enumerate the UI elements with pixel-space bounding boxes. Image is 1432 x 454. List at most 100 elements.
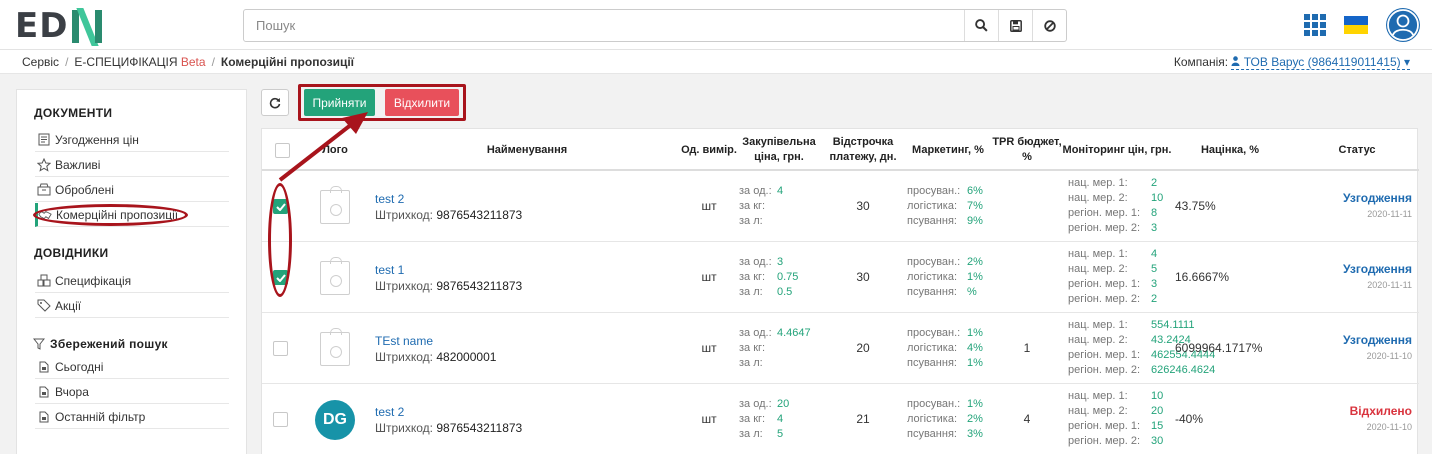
- file-icon: [37, 385, 51, 399]
- search-input[interactable]: [244, 10, 964, 41]
- table-row[interactable]: test 2 Штрихкод: 9876543211873 шт за од.…: [262, 171, 1419, 242]
- price-label: за од.:: [739, 327, 772, 339]
- clear-search-button[interactable]: [1032, 10, 1066, 41]
- sidebar-item-label: Акції: [55, 298, 82, 313]
- sidebar-item-last-filter[interactable]: Останній фільтр: [35, 405, 229, 429]
- user-avatar-icon[interactable]: [1386, 8, 1420, 42]
- annotation-ellipse-sidebar: [33, 204, 188, 226]
- price-cell: за од.: 4 за кг: за л:: [739, 184, 783, 229]
- price-value: 20: [777, 398, 790, 410]
- marketing-label: логістика:: [907, 413, 958, 425]
- header-tpr[interactable]: TPR бюджет, %: [990, 129, 1064, 171]
- barcode-value: 9876543211873: [436, 279, 523, 293]
- header-markup[interactable]: Націнка, %: [1172, 129, 1288, 171]
- monitoring-label: регіон. мер. 2:: [1068, 293, 1141, 305]
- monitoring-value: 8: [1151, 207, 1158, 219]
- header-price[interactable]: Закупівельна ціна, грн.: [736, 129, 822, 171]
- row-checkbox[interactable]: [273, 412, 288, 427]
- header-name[interactable]: Найменування: [372, 129, 682, 171]
- marketing-value: 7%: [967, 200, 983, 212]
- marketing-cell: просуван.: 1% логістика: 4% псування: 1%: [907, 326, 983, 371]
- product-name-link[interactable]: test 2: [375, 191, 522, 207]
- status-badge: Узгодження: [1343, 333, 1412, 347]
- archive-box-icon: [37, 183, 51, 197]
- search-icon: [975, 19, 988, 32]
- marketing-value: %: [967, 286, 977, 298]
- price-label: за кг:: [739, 271, 766, 283]
- table-row[interactable]: test 1 Штрихкод: 9876543211873 шт за од.…: [262, 242, 1419, 313]
- price-label: за кг:: [739, 413, 766, 425]
- marketing-label: просуван.:: [907, 327, 961, 339]
- ban-icon: [1043, 19, 1056, 32]
- sidebar-item-price-approval[interactable]: Узгодження цін: [35, 128, 229, 152]
- sidebar-item-label: Останній фільтр: [55, 409, 146, 424]
- barcode-label: Штрихкод:: [375, 208, 434, 222]
- sidebar-item-label: Узгодження цін: [55, 132, 139, 147]
- ukraine-flag-icon[interactable]: [1344, 16, 1368, 34]
- sidebar-item-label: Вчора: [55, 384, 89, 399]
- status-date: 2020-11-11: [1367, 280, 1412, 290]
- sidebar-item-specification[interactable]: Специфікація: [35, 269, 229, 293]
- sidebar-item-important[interactable]: Важливі: [35, 153, 229, 177]
- marketing-label: логістика:: [907, 342, 958, 354]
- marketing-value: 3%: [967, 428, 983, 440]
- price-cell: за од.: 20 за кг: 4 за л: 5: [739, 397, 789, 442]
- markup-cell: 16.6667%: [1175, 270, 1230, 284]
- price-label: за л:: [739, 215, 763, 227]
- monitoring-value: 5: [1151, 263, 1158, 275]
- price-value: 4: [777, 413, 784, 425]
- marketing-label: логістика:: [907, 200, 958, 212]
- row-checkbox[interactable]: [273, 341, 288, 356]
- monitoring-label: регіон. мер. 1:: [1068, 420, 1141, 432]
- marketing-value: 1%: [967, 357, 983, 369]
- sidebar-section-saved-search: Збережений пошук: [33, 337, 168, 351]
- search-button[interactable]: [964, 10, 998, 41]
- header-marketing[interactable]: Маркетинг, %: [902, 129, 994, 171]
- header-delay[interactable]: Відстрочка платежу, дн.: [822, 129, 904, 171]
- marketing-value: 1%: [967, 327, 983, 339]
- status-cell: Узгодження 2020-11-10: [1302, 333, 1412, 361]
- barcode-value: 482000001: [436, 350, 497, 364]
- markup-cell: 6099964.1717%: [1175, 341, 1263, 355]
- marketing-value: 2%: [967, 256, 983, 268]
- unit-cell: шт: [701, 341, 717, 355]
- monitoring-value: 3: [1151, 278, 1158, 290]
- product-name-link[interactable]: test 1: [375, 262, 522, 278]
- monitoring-label: нац. мер. 1:: [1068, 319, 1128, 331]
- header-unit[interactable]: Од. вимір.: [680, 129, 738, 171]
- header-monitoring[interactable]: Моніторинг цін, грн.: [1062, 129, 1172, 171]
- product-name-link[interactable]: TEst name: [375, 333, 496, 349]
- price-value: 0.75: [777, 271, 799, 283]
- header-status[interactable]: Статус: [1302, 129, 1412, 171]
- sidebar-item-promotions[interactable]: Акції: [35, 294, 229, 318]
- logo-n-mark: [72, 7, 103, 46]
- breadcrumb-espec[interactable]: Е-СПЕЦИФІКАЦІЯ Beta: [74, 55, 205, 69]
- price-label: за л:: [739, 428, 763, 440]
- monitoring-value: 15: [1151, 420, 1164, 432]
- breadcrumb-service[interactable]: Сервіс: [22, 55, 59, 69]
- status-date: 2020-11-10: [1366, 422, 1412, 432]
- price-label: за л:: [739, 286, 763, 298]
- marketing-cell: просуван.: 6% логістика: 7% псування: 9%: [907, 184, 983, 229]
- monitoring-label: регіон. мер. 2:: [1068, 364, 1141, 376]
- status-cell: Узгодження 2020-11-11: [1302, 191, 1412, 219]
- sidebar-item-yesterday[interactable]: Вчора: [35, 380, 229, 404]
- breadcrumb-espec-label: Е-СПЕЦИФІКАЦІЯ: [74, 55, 178, 69]
- apps-grid-icon[interactable]: [1304, 14, 1326, 36]
- product-bag-icon: [320, 328, 350, 366]
- company-value[interactable]: ТОВ Варус (9864119011415) ▾: [1231, 55, 1410, 70]
- monitoring-label: регіон. мер. 2:: [1068, 222, 1141, 234]
- price-value: 4: [777, 185, 784, 197]
- sidebar-item-today[interactable]: Сьогодні: [35, 355, 229, 379]
- save-search-button[interactable]: [998, 10, 1032, 41]
- monitoring-label: регіон. мер. 1:: [1068, 349, 1141, 361]
- file-icon: [37, 360, 51, 374]
- product-name-link[interactable]: test 2: [375, 404, 522, 420]
- marketing-value: 1%: [967, 271, 983, 283]
- company-selector[interactable]: Компанія: ТОВ Варус (9864119011415) ▾: [1174, 55, 1410, 70]
- table-row[interactable]: TEst name Штрихкод: 482000001 шт за од.:…: [262, 313, 1419, 384]
- delay-cell: 20: [856, 341, 870, 355]
- edin-logo[interactable]: ED: [15, 6, 103, 46]
- table-row[interactable]: DG test 2 Штрихкод: 9876543211873 шт за …: [262, 384, 1419, 454]
- sidebar-item-processed[interactable]: Оброблені: [35, 178, 229, 202]
